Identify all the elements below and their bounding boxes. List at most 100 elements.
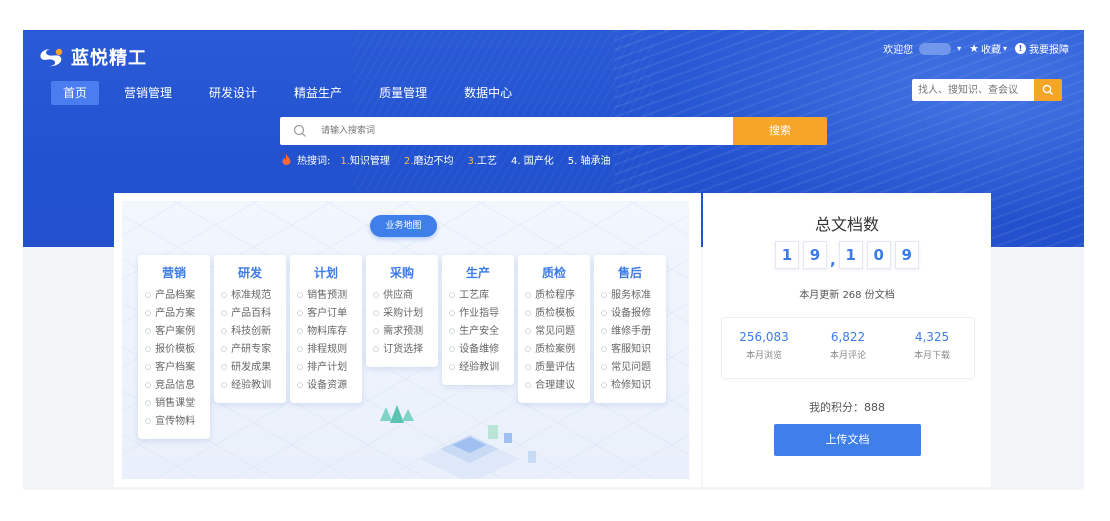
category-link[interactable]: 客户订单: [290, 305, 362, 323]
category-link[interactable]: 排程规则: [290, 341, 362, 359]
category-rnd[interactable]: 研发 标准规范 产品百科 科技创新 产研专家 研发成果 经验教训: [214, 255, 286, 403]
category-title: 质检: [541, 266, 566, 280]
category-link[interactable]: 合理建议: [518, 377, 590, 395]
stat-value: 256,083: [739, 330, 789, 344]
category-link[interactable]: 标准规范: [214, 287, 286, 305]
upload-document-button[interactable]: 上传文档: [774, 424, 921, 456]
alert-icon: !: [1015, 43, 1026, 54]
main-search: 搜索: [280, 117, 827, 145]
nav-item-data-center[interactable]: 数据中心: [452, 81, 524, 105]
monthly-stats: 256,083 本月浏览 6,822 本月评论 4,325 本月下载: [721, 317, 975, 379]
category-link[interactable]: 维修手册: [594, 323, 666, 341]
category-title: 售后: [617, 266, 642, 280]
category-quality-check[interactable]: 质检 质检程序 质检模板 常见问题 质检案例 质量评估 合理建议: [518, 255, 590, 403]
category-link[interactable]: 需求预测: [366, 323, 438, 341]
username-masked[interactable]: [919, 42, 952, 55]
category-link[interactable]: 产品百科: [214, 305, 286, 323]
document-stats-card: 总文档数 1 9 , 1 0 9 本月更新 268 份文档 256,083 本月…: [703, 193, 991, 487]
hot-keyword[interactable]: 5. 轴承油: [568, 152, 611, 167]
counter-digit: 0: [866, 241, 891, 269]
category-title: 生产: [465, 266, 490, 280]
category-production[interactable]: 生产 工艺库 作业指导 生产安全 设备维修 经验教训: [442, 255, 514, 385]
category-link[interactable]: 质量评估: [518, 359, 590, 377]
hot-keyword[interactable]: 1.知识管理: [340, 152, 390, 167]
favorites-link[interactable]: 收藏: [981, 41, 1001, 56]
category-marketing[interactable]: 营销 产品档案 产品方案 客户案例 报价模板 客户档案 竞品信息 销售课堂 宣传…: [138, 255, 210, 439]
hot-keyword[interactable]: 3.工艺: [467, 152, 497, 167]
stat-label: 本月评论: [829, 351, 866, 361]
hot-keywords-label: 热搜词:: [297, 156, 331, 167]
brand-name: 蓝悦精工: [71, 48, 147, 69]
isometric-illustration: [380, 405, 536, 479]
category-link[interactable]: 工艺库: [442, 287, 514, 305]
category-link[interactable]: 设备资源: [290, 377, 362, 395]
category-link[interactable]: 常见问题: [594, 359, 666, 377]
category-link[interactable]: 经验教训: [442, 359, 514, 377]
main-search-input[interactable]: [319, 117, 723, 145]
quick-search-button[interactable]: [1034, 79, 1062, 101]
counter-digit: 9: [803, 241, 827, 269]
logo-mark-icon: [40, 48, 63, 67]
category-link[interactable]: 产品方案: [138, 305, 210, 323]
nav-item-rnd[interactable]: 研发设计: [197, 81, 269, 105]
category-link[interactable]: 产研专家: [214, 341, 286, 359]
star-icon: ★: [969, 42, 979, 55]
category-link[interactable]: 报价模板: [138, 341, 210, 359]
category-after-sales[interactable]: 售后 服务标准 设备报修 维修手册 客服知识 常见问题 检修知识: [594, 255, 666, 403]
category-title: 采购: [389, 266, 414, 280]
nav-item-marketing[interactable]: 营销管理: [112, 81, 184, 105]
category-planning[interactable]: 计划 销售预测 客户订单 物料库存 排程规则 排产计划 设备资源: [290, 255, 362, 403]
total-docs-counter: 1 9 , 1 0 9: [775, 241, 923, 269]
category-link[interactable]: 质检模板: [518, 305, 590, 323]
category-link[interactable]: 经验教训: [214, 377, 286, 395]
brand-logo[interactable]: 蓝悦精工: [37, 44, 147, 70]
stat-value: 6,822: [830, 330, 866, 344]
quick-search-input[interactable]: [912, 79, 1034, 101]
category-link[interactable]: 质检程序: [518, 287, 590, 305]
counter-digit: 1: [775, 241, 799, 269]
business-map: 业务地图 营销 产品档案 产品方案 客户案例 报价模板 客户档案 竞品信息 销售…: [122, 201, 689, 479]
category-link[interactable]: 客户档案: [138, 359, 210, 377]
hot-keywords: 热搜词: 1.知识管理 2.磨边不均 3.工艺 4. 国产化 5. 轴承油: [282, 152, 624, 167]
category-link[interactable]: 常见问题: [518, 323, 590, 341]
main-search-button[interactable]: 搜索: [733, 117, 827, 145]
favorites-dropdown-icon[interactable]: ▾: [1003, 44, 1007, 53]
user-dropdown-icon[interactable]: ▾: [957, 44, 961, 53]
category-link[interactable]: 研发成果: [214, 359, 286, 377]
category-link[interactable]: 客户案例: [138, 323, 210, 341]
category-link[interactable]: 产品档案: [138, 287, 210, 305]
category-link[interactable]: 销售课堂: [138, 395, 210, 413]
hot-keyword[interactable]: 2.磨边不均: [404, 152, 454, 167]
business-map-card: 业务地图 营销 产品档案 产品方案 客户案例 报价模板 客户档案 竞品信息 销售…: [114, 193, 701, 487]
category-link[interactable]: 竞品信息: [138, 377, 210, 395]
category-link[interactable]: 客服知识: [594, 341, 666, 359]
category-link[interactable]: 设备维修: [442, 341, 514, 359]
category-link[interactable]: 设备报修: [594, 305, 666, 323]
stat-comments: 6,822 本月评论: [806, 318, 890, 378]
hot-keyword[interactable]: 4. 国产化: [511, 152, 554, 167]
category-link[interactable]: 科技创新: [214, 323, 286, 341]
nav-item-quality[interactable]: 质量管理: [367, 81, 439, 105]
category-link[interactable]: 检修知识: [594, 377, 666, 395]
category-link[interactable]: 供应商: [366, 287, 438, 305]
category-link[interactable]: 采购计划: [366, 305, 438, 323]
category-link[interactable]: 订货选择: [366, 341, 438, 359]
counter-separator: ,: [830, 251, 836, 269]
search-icon: [293, 124, 306, 137]
nav-item-home[interactable]: 首页: [51, 81, 100, 105]
category-link[interactable]: 宣传物料: [138, 413, 210, 431]
nav-item-lean-production[interactable]: 精益生产: [282, 81, 354, 105]
category-link[interactable]: 生产安全: [442, 323, 514, 341]
category-purchasing[interactable]: 采购 供应商 采购计划 需求预测 订货选择: [366, 255, 438, 367]
category-link[interactable]: 作业指导: [442, 305, 514, 323]
category-link[interactable]: 物料库存: [290, 323, 362, 341]
total-docs-title: 总文档数: [814, 215, 879, 234]
category-link[interactable]: 质检案例: [518, 341, 590, 359]
business-map-tag[interactable]: 业务地图: [370, 215, 437, 237]
category-link[interactable]: 销售预测: [290, 287, 362, 305]
stat-label: 本月下载: [913, 351, 950, 361]
report-issue-link[interactable]: 我要报障: [1029, 41, 1069, 56]
my-score: 我的积分：888: [809, 401, 885, 414]
category-link[interactable]: 排产计划: [290, 359, 362, 377]
category-link[interactable]: 服务标准: [594, 287, 666, 305]
